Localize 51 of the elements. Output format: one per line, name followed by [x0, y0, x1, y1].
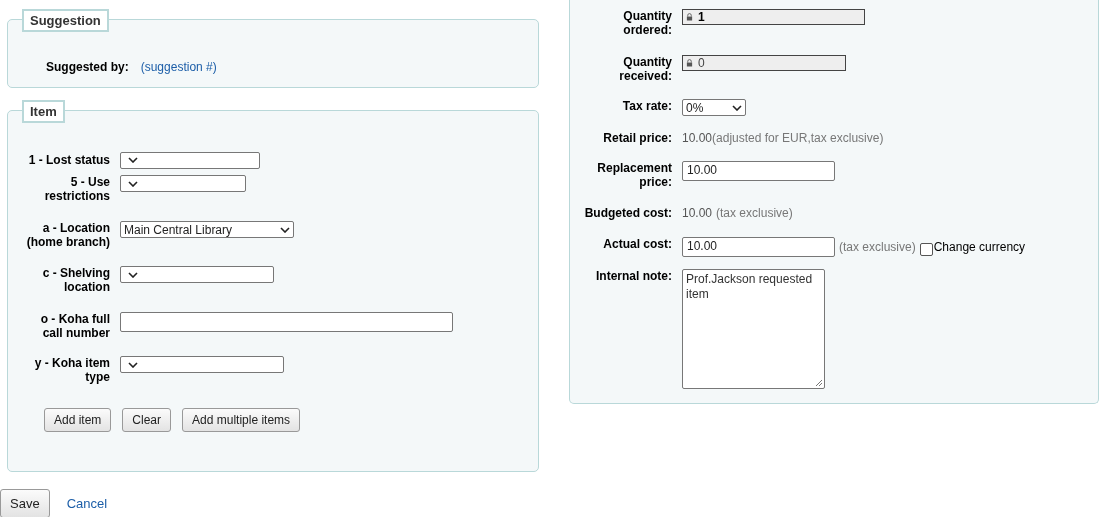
save-button[interactable]: Save: [0, 489, 50, 517]
field-label: Budgeted cost:: [583, 206, 672, 220]
cancel-link[interactable]: Cancel: [66, 496, 108, 511]
chevron-down-icon: [280, 226, 290, 233]
dropdown[interactable]: [120, 266, 274, 283]
checkbox-label: Change currency: [933, 240, 1026, 254]
chevron-down-icon: [128, 180, 138, 187]
dropdown[interactable]: [120, 175, 246, 192]
field-label: 1 - Lost status: [27, 153, 110, 167]
readonly-field: 0: [682, 55, 846, 71]
field-label: Quantity received:: [618, 55, 672, 83]
readonly-field: 1: [682, 9, 865, 25]
field-note: (tax exclusive): [839, 240, 916, 254]
field-label: y - Koha item type: [33, 356, 110, 384]
field-label: c - Shelving location: [41, 266, 110, 294]
field-label: o - Koha full call number: [39, 312, 110, 340]
input-field[interactable]: 10.00: [682, 237, 835, 257]
form-button[interactable]: Add item: [44, 408, 112, 432]
chevron-down-icon: [128, 361, 138, 368]
field-note: (adjusted for EUR,tax exclusive): [712, 131, 884, 145]
form-button[interactable]: Add multiple items: [182, 408, 301, 432]
form-button[interactable]: Clear: [122, 408, 172, 432]
field-note: (tax exclusive): [716, 206, 793, 220]
field-label: a - Location (home branch): [25, 221, 110, 249]
field-label: Replacement price:: [596, 161, 672, 189]
lock-icon: [686, 13, 693, 21]
input-field[interactable]: [120, 312, 453, 332]
field-label: 5 - Use restrictions: [43, 175, 110, 203]
panel-legend: Item: [22, 100, 65, 123]
field-value: 10.00: [682, 206, 713, 220]
field-label: Tax rate:: [621, 99, 672, 113]
field-label: Quantity ordered:: [622, 9, 672, 37]
field-label: Actual cost:: [602, 237, 672, 251]
dropdown[interactable]: [120, 151, 260, 169]
chevron-down-icon: [732, 104, 742, 111]
dropdown[interactable]: Main Central Library: [120, 221, 294, 238]
resize-grip-icon: [815, 379, 823, 387]
field-label: Suggested by:: [46, 60, 129, 74]
field-label: Retail price:: [602, 131, 672, 145]
field-label: Internal note:: [595, 269, 672, 283]
chevron-down-icon: [128, 157, 138, 163]
input-field[interactable]: 10.00: [682, 161, 835, 181]
panel-legend: Suggestion: [22, 9, 109, 32]
checkbox[interactable]: [919, 242, 933, 256]
chevron-down-icon: [128, 271, 138, 278]
suggestion-link[interactable]: (suggestion #): [140, 60, 217, 74]
dropdown[interactable]: [120, 356, 284, 373]
lock-icon: [686, 59, 693, 67]
note-textarea[interactable]: Prof.Jackson requested item: [682, 269, 825, 389]
field-value: 10.00: [682, 131, 713, 145]
dropdown[interactable]: 0%: [682, 99, 746, 116]
